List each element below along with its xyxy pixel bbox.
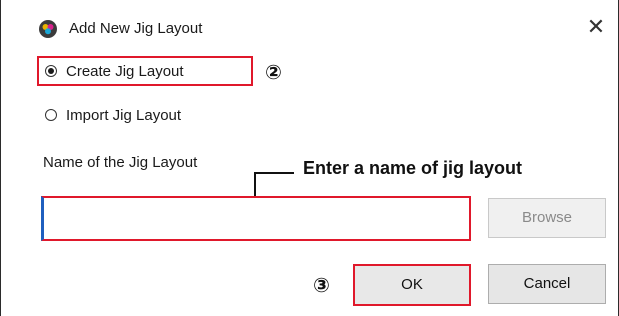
app-icon (39, 20, 57, 38)
name-hint-annotation: Enter a name of jig layout (303, 158, 523, 178)
ok-button[interactable]: OK (353, 264, 471, 306)
add-jig-layout-dialog: Add New Jig Layout ✕ Create Jig Layout ②… (0, 0, 619, 316)
annotation-leader-vertical (254, 172, 256, 196)
dialog-title: Add New Jig Layout (69, 20, 203, 37)
close-icon: ✕ (586, 14, 606, 39)
create-option-highlight (37, 56, 253, 86)
close-button[interactable]: ✕ (581, 12, 611, 42)
annotation-leader-horizontal (254, 172, 294, 174)
step-2-marker: ② (265, 62, 282, 84)
import-radio-label: Import Jig Layout (66, 106, 182, 124)
cancel-button[interactable]: Cancel (488, 264, 606, 304)
browse-button[interactable]: Browse (488, 198, 606, 238)
step-3-marker: ③ (313, 275, 330, 297)
jig-layout-name-input[interactable] (41, 196, 471, 241)
import-radio[interactable] (45, 109, 57, 121)
name-field-label: Name of the Jig Layout (43, 154, 198, 171)
import-jig-layout-option[interactable]: Import Jig Layout (45, 104, 181, 126)
title-bar: Add New Jig Layout ✕ (1, 0, 618, 48)
